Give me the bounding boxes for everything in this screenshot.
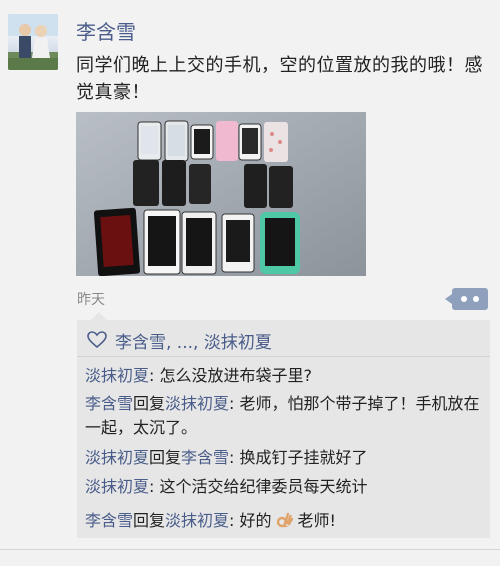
more-button-notch xyxy=(445,294,452,304)
post-photo[interactable] xyxy=(76,112,366,276)
comment-author[interactable]: 淡抹初夏 xyxy=(85,448,149,467)
post-time: 昨天 xyxy=(77,292,105,308)
comment-item: 淡抹初夏: 这个活交给纪律委员每天统计 xyxy=(85,475,485,499)
heart-outline-icon xyxy=(87,331,107,353)
author-avatar[interactable] xyxy=(8,14,58,70)
comment-text: : 这个活交给纪律委员每天统计 xyxy=(149,477,368,496)
more-dots-icon[interactable] xyxy=(445,288,488,310)
comment-text-end: 老师! xyxy=(297,511,336,530)
reply-label: 回复 xyxy=(133,511,166,530)
comment-item: 淡抹初夏: 怎么没放进布袋子里? xyxy=(85,364,485,388)
comment-item: 李含雪回复淡抹初夏: 好的 老师! xyxy=(85,509,485,533)
divider xyxy=(0,549,500,550)
comment-author[interactable]: 淡抹初夏 xyxy=(85,477,149,496)
comments-panel: 李含雪, ..., 淡抹初夏 淡抹初夏: 怎么没放进布袋子里? 李含雪回复淡抹初… xyxy=(77,312,490,538)
reply-label: 回复 xyxy=(133,394,166,413)
dot xyxy=(461,296,467,302)
post-text: 同学们晚上上交的手机，空的位置放的我的哦！感觉真豪！ xyxy=(76,55,483,103)
reply-label: 回复 xyxy=(149,448,182,467)
dot xyxy=(473,296,479,302)
reply-to-name[interactable]: 李含雪 xyxy=(181,448,229,467)
likes-row: 李含雪, ..., 淡抹初夏 xyxy=(77,320,490,357)
author-name[interactable]: 李含雪 xyxy=(76,16,136,45)
comment-text: : 好的 xyxy=(229,511,272,530)
comment-text: : 换成钉子挂就好了 xyxy=(229,448,368,467)
likes-names[interactable]: 李含雪, ..., 淡抹初夏 xyxy=(115,328,272,353)
comments-caret xyxy=(91,312,107,320)
reply-to-name[interactable]: 淡抹初夏 xyxy=(165,394,229,413)
comment-item: 淡抹初夏回复李含雪: 换成钉子挂就好了 xyxy=(85,446,485,470)
ok-hand-emoji-icon xyxy=(276,511,294,529)
comment-item: 李含雪回复淡抹初夏: 老师，怕那个带子掉了！手机放在一起，太沉了。 xyxy=(85,392,485,440)
comment-author[interactable]: 李含雪 xyxy=(85,511,133,530)
reply-to-name[interactable]: 淡抹初夏 xyxy=(165,511,229,530)
comment-author[interactable]: 淡抹初夏 xyxy=(85,366,149,385)
comment-author[interactable]: 李含雪 xyxy=(85,394,133,413)
comment-text: : 怎么没放进布袋子里? xyxy=(149,366,312,385)
